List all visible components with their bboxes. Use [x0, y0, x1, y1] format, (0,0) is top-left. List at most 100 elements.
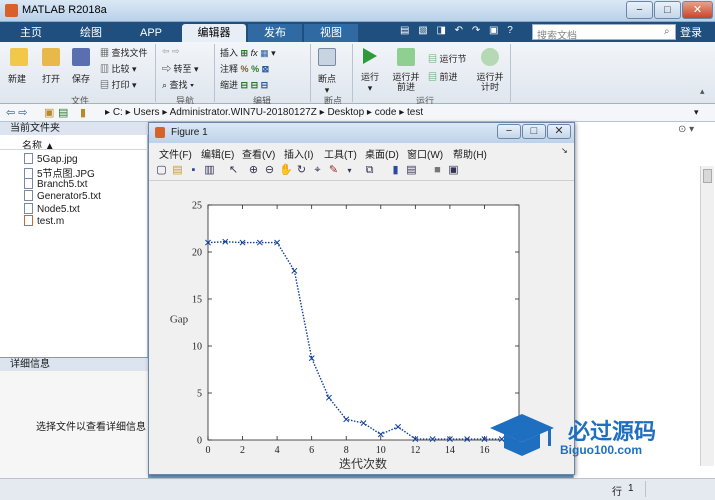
menu-view[interactable]: 查看(V) [242, 146, 275, 161]
open-button[interactable]: 打开 [42, 48, 60, 85]
tab-plots[interactable]: 绘图 [62, 24, 120, 42]
matlab-logo-icon [5, 4, 18, 17]
current-folder-header: 当前文件夹 [0, 122, 148, 135]
details-panel: 选择文件以查看详细信息 [0, 371, 148, 479]
save-figure-icon[interactable]: ▪ [187, 164, 200, 177]
details-header: 详细信息 [0, 358, 148, 371]
figure-toolbar: ▢ ▤ ▪ ▥ ↖ ⊕ ⊖ ✋ ↻ ⌖ ✎ ▾ ⧉ ▮ ▤ ■ ▣ [149, 161, 574, 181]
details-placeholder: 选择文件以查看详细信息 [36, 422, 146, 433]
run-icon [363, 48, 377, 64]
window-titlebar: MATLAB R2018a − □ ✕ [0, 0, 715, 22]
new-figure-icon[interactable]: ▢ [155, 164, 168, 177]
figure-close-button[interactable]: ✕ [547, 124, 571, 139]
text-file-icon [24, 203, 33, 214]
run-button[interactable]: 运行 ▾ [358, 48, 382, 94]
path-dropdown-icon[interactable]: ▾ [694, 107, 699, 118]
compare-button[interactable]: ▥ 比较 ▾ [100, 62, 137, 75]
panel-actions-icon[interactable]: ⊙ ▾ [678, 124, 694, 135]
image-file-icon [24, 153, 33, 164]
tab-publish[interactable]: 发布 [248, 24, 302, 42]
menu-edit[interactable]: 编辑(E) [201, 146, 234, 161]
save-button[interactable]: 保存 [72, 48, 90, 85]
pan-icon[interactable]: ✋ [279, 164, 293, 177]
run-section-button[interactable]: ▤ 运行节 [428, 52, 467, 65]
zoom-out-icon[interactable]: ⊖ [263, 164, 276, 177]
brush-dropdown-icon[interactable]: ▾ [343, 164, 356, 177]
file-item[interactable]: Branch5.txt [24, 178, 88, 190]
find-files-button[interactable]: ▦ 查找文件 [100, 46, 148, 59]
menu-file[interactable]: 文件(F) [159, 146, 192, 161]
text-file-icon [24, 178, 33, 189]
menu-help[interactable]: 帮助(H) [453, 146, 487, 161]
pointer-icon[interactable]: ↖ [227, 164, 240, 177]
tab-home[interactable]: 主页 [2, 24, 60, 42]
menu-dock-icon[interactable]: ↘ [561, 146, 568, 155]
link-plot-icon[interactable]: ⧉ [363, 164, 376, 177]
show-plot-tools-icon[interactable]: ▣ [447, 164, 460, 177]
watermark-text: 必过源码 [568, 420, 657, 445]
menu-desktop[interactable]: 桌面(D) [365, 146, 399, 161]
file-item[interactable]: Generator5.txt [24, 190, 101, 202]
axes-box [207, 204, 520, 441]
watermark-url: Biguo100.com [560, 443, 643, 457]
menu-tools[interactable]: 工具(T) [324, 146, 357, 161]
figure-minimize-button[interactable]: − [497, 124, 521, 139]
up-folder-icon[interactable]: ▣ [44, 106, 54, 119]
x-tick-label: 6 [309, 445, 314, 456]
run-and-time-button[interactable]: 运行并 计时 [474, 48, 506, 92]
row-label: 行 [612, 487, 622, 498]
data-cursor-icon[interactable]: ⌖ [311, 164, 324, 177]
maximize-button[interactable]: □ [654, 1, 681, 19]
insert-button[interactable]: 插入 ⊞ fx ▦ ▾ [220, 46, 276, 59]
zoom-in-icon[interactable]: ⊕ [247, 164, 260, 177]
collapse-ribbon-icon[interactable]: ▴ [700, 86, 705, 97]
login-link[interactable]: 登录 [680, 24, 702, 40]
figure-maximize-button[interactable]: □ [522, 124, 546, 139]
rotate-icon[interactable]: ↻ [295, 164, 308, 177]
figure-title: Figure 1 [171, 127, 208, 138]
current-path[interactable]: ▸ C: ▸ Users ▸ Administrator.WIN7U-20180… [105, 107, 423, 118]
menu-insert[interactable]: 插入(I) [284, 146, 313, 161]
tab-view[interactable]: 视图 [304, 24, 358, 42]
search-input[interactable]: 搜索文档 [532, 24, 676, 42]
breakpoints-button[interactable]: 断点 ▾ [318, 48, 336, 96]
print-button[interactable]: ▤ 打印 ▾ [100, 78, 137, 91]
back-forward-icon[interactable]: ⇦ ⇨ [6, 106, 28, 119]
run-advance-icon [397, 48, 415, 66]
file-item[interactable]: Node5.txt [24, 203, 80, 215]
hide-plot-tools-icon[interactable]: ■ [431, 164, 444, 177]
folder-open-icon [42, 48, 60, 66]
find-button[interactable]: ⌕ 查找 ▾ [162, 78, 194, 91]
colorbar-icon[interactable]: ▮ [389, 164, 402, 177]
open-file-icon[interactable]: ▤ [171, 164, 184, 177]
x-axis-label: 迭代次数 [339, 456, 387, 471]
tab-editor[interactable]: 编辑器 [182, 24, 246, 42]
row-value: 1 [628, 483, 634, 494]
brush-icon[interactable]: ✎ [327, 164, 340, 177]
new-icon [10, 48, 28, 66]
goto-button[interactable]: ⇨ 转至 ▾ [162, 62, 199, 75]
quick-access-toolbar: ▤ ▧ ◨ ↶ ↷ ▣ ? [400, 25, 516, 36]
file-item[interactable]: 5Gap.jpg [24, 153, 78, 165]
legend-icon[interactable]: ▤ [405, 164, 418, 177]
y-tick-label: 15 [192, 295, 202, 306]
x-tick-label: 12 [410, 445, 420, 456]
search-icon: ⌕ [664, 26, 670, 37]
y-tick-label: 0 [197, 436, 202, 447]
ribbon: 新建 打开 保存 ▦ 查找文件 ▥ 比较 ▾ ▤ 打印 ▾ 文件 ⇦ ⇨ ⇨ 转… [0, 42, 715, 106]
new-button[interactable]: 新建 [8, 48, 28, 85]
y-tick-label: 10 [192, 342, 202, 353]
minimize-button[interactable]: − [626, 1, 653, 19]
print-figure-icon[interactable]: ▥ [203, 164, 216, 177]
watermark: 必过源码 Biguo100.com [488, 410, 713, 466]
comment-button[interactable]: 注释 % % ⊠ [220, 62, 269, 75]
indent-button[interactable]: 缩进 ⊟ ⊟ ⊟ [220, 78, 268, 91]
file-item[interactable]: test.m [24, 215, 64, 227]
advance-button[interactable]: ▤ 前进 [428, 70, 458, 83]
close-button[interactable]: ✕ [682, 1, 713, 19]
browse-folder-icon[interactable]: ▤ [58, 106, 68, 119]
run-and-advance-button[interactable]: 运行并 前进 [390, 48, 422, 92]
menu-window[interactable]: 窗口(W) [407, 146, 443, 161]
tab-apps[interactable]: APP [122, 24, 180, 42]
y-tick-label: 25 [192, 201, 202, 212]
